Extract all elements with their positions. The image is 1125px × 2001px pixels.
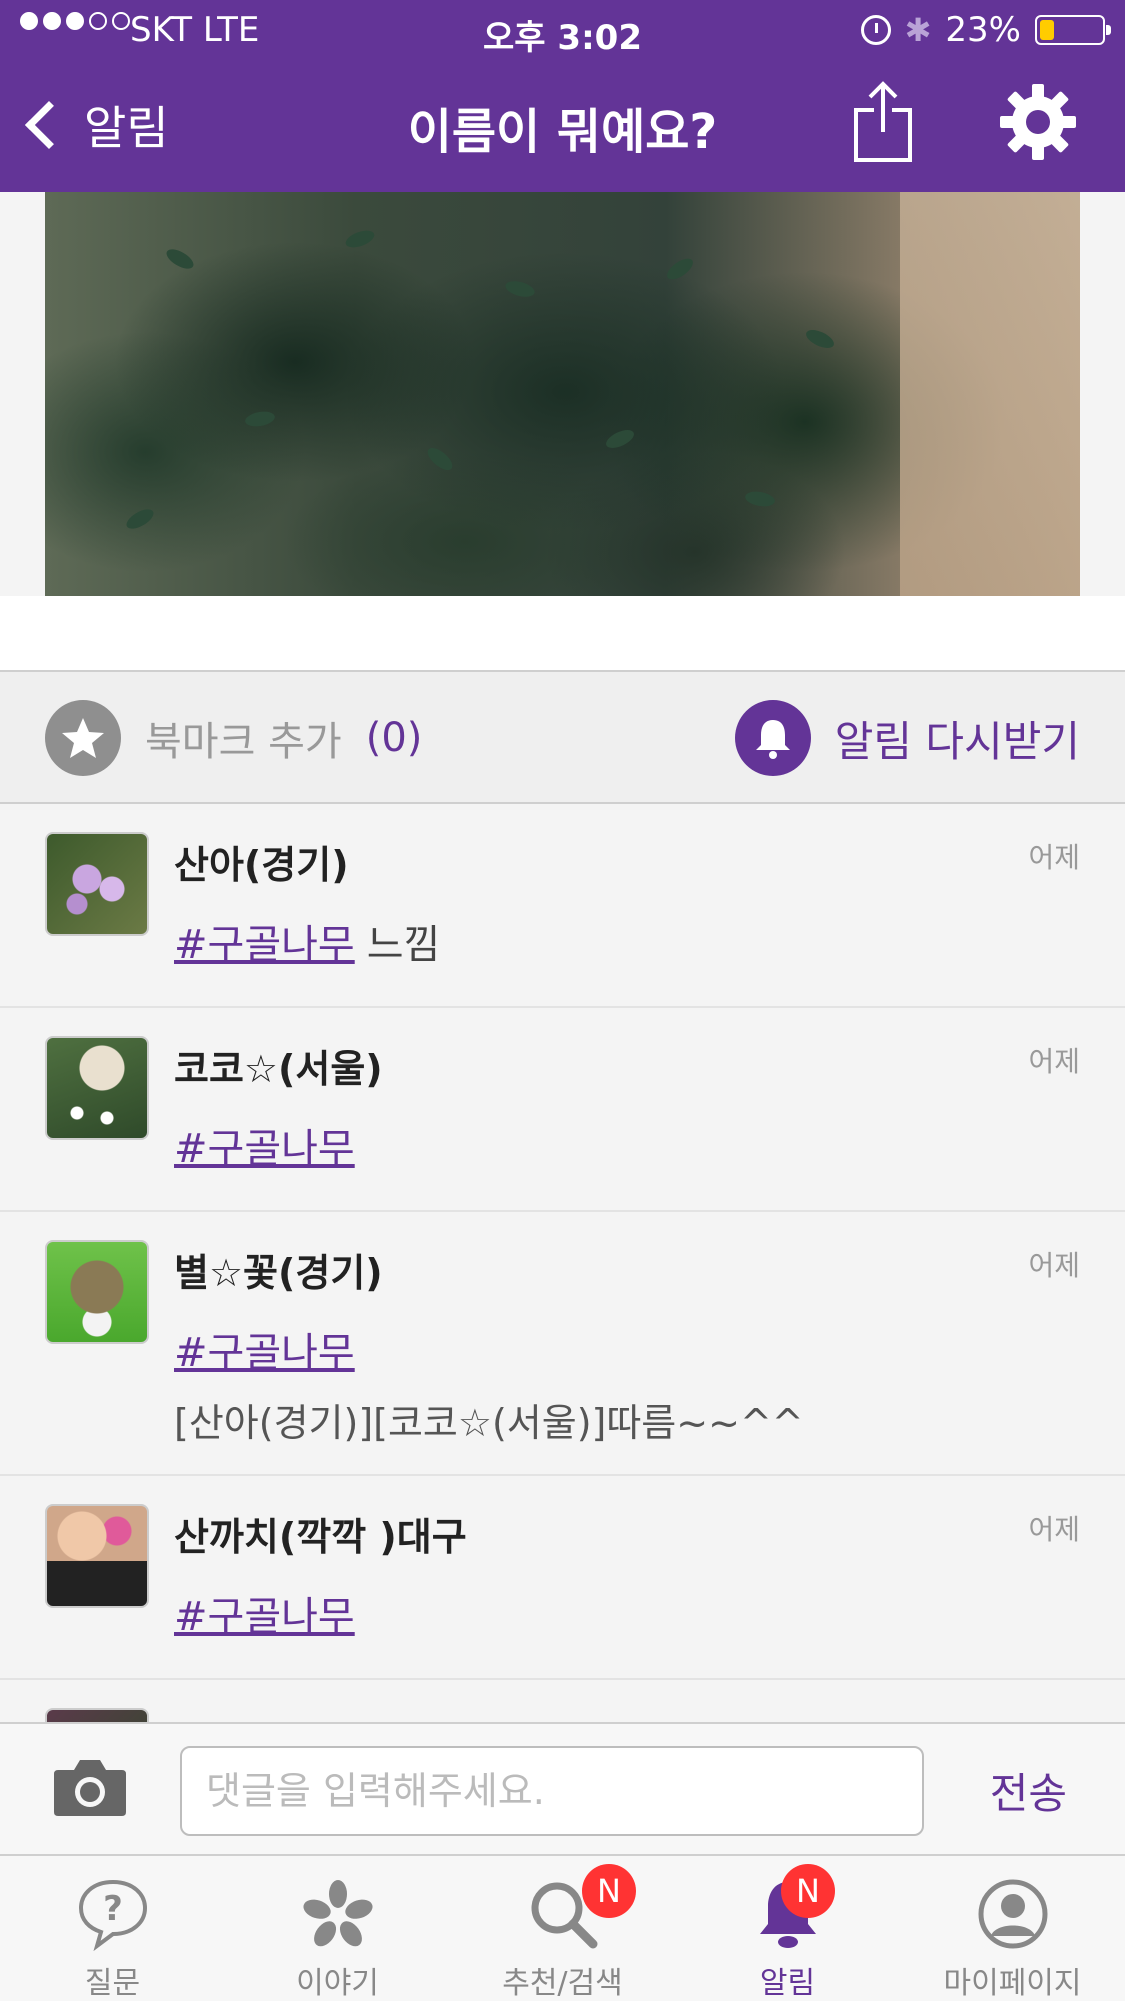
new-badge: N (781, 1864, 835, 1918)
comment-list: 산아(경기) 어제 #구골나무 느낌 코코☆(서울) 어제 #구골나무 별☆꽃(경… (0, 804, 1125, 1812)
add-bookmark-button[interactable]: 북마크 추가 (0) (45, 700, 422, 776)
bell-icon (734, 700, 811, 776)
tab-question[interactable]: ? 질문 (0, 1856, 225, 2001)
comment-input[interactable] (180, 1746, 924, 1836)
comment-input-bar: 전송 (0, 1722, 1125, 1854)
avatar[interactable] (45, 1240, 149, 1344)
tab-label: 마이페이지 (943, 1966, 1082, 2001)
resubscribe-alarm-button[interactable]: 알림 다시받기 (734, 700, 1080, 776)
tab-label: 질문 (84, 1966, 141, 2001)
resubscribe-alarm-label: 알림 다시받기 (834, 716, 1080, 766)
comment-item[interactable]: 산까치(깍깍 )대구 어제 #구골나무 (0, 1476, 1125, 1680)
bluetooth-icon: ✱ (904, 11, 932, 49)
comment-author[interactable]: 코코☆(서울) (174, 1038, 383, 1093)
hashtag-text[interactable]: #구골나무 (174, 1330, 355, 1376)
plant-photo[interactable] (45, 192, 1080, 596)
hashtag-link[interactable]: #구골나무 (174, 1320, 355, 1378)
question-icon: ? (78, 1879, 147, 1952)
avatar[interactable] (45, 1036, 149, 1140)
hashtag-link[interactable]: #구골나무 (174, 1116, 355, 1174)
star-icon (45, 700, 121, 776)
new-badge: N (582, 1864, 636, 1918)
bookmark-label: 북마크 추가 (145, 719, 342, 765)
profile-icon (978, 1879, 1047, 1949)
tab-notifications[interactable]: N 알림 (675, 1856, 900, 2001)
battery-level-fill (1040, 20, 1054, 40)
tab-label: 추천/검색 (502, 1966, 623, 2001)
bottom-tab-bar: ? 질문 이야기 N 추천/검색 N 알림 마이페이지 (0, 1854, 1125, 2001)
alarm-clock-icon (860, 15, 891, 45)
send-button[interactable]: 전송 (990, 1760, 1067, 1821)
camera-icon[interactable] (52, 1756, 128, 1818)
photo-leaf (744, 489, 776, 509)
photo-leaf (603, 426, 637, 452)
comment-time: 어제 (1028, 1249, 1080, 1282)
battery-percent: 23% (945, 10, 1021, 50)
photo-leaf (424, 443, 456, 475)
status-bar: SKT LTE 오후 3:02 ✱ 23% (0, 0, 1125, 62)
navigation-bar: 알림 이름이 뭐예요? (0, 62, 1125, 192)
hashtag-text[interactable]: #구골나무 (174, 1126, 355, 1172)
photo-leaf (663, 254, 697, 284)
share-icon[interactable] (852, 80, 914, 164)
photo-leaf (343, 227, 377, 251)
comment-text: 느낌 (366, 922, 441, 968)
page-title: 이름이 뭐예요? (407, 104, 718, 160)
hashtag-link[interactable]: #구골나무 (174, 1584, 355, 1642)
flower-icon (302, 1880, 373, 1947)
avatar[interactable] (45, 1504, 149, 1608)
photo-leaf (244, 409, 276, 429)
tab-story[interactable]: 이야기 (225, 1856, 450, 2001)
tab-my-page[interactable]: 마이페이지 (900, 1856, 1125, 2001)
gear-icon[interactable] (998, 82, 1078, 162)
photo-leaf (123, 505, 157, 533)
photo-ground-area (900, 192, 1080, 596)
photo-leaf (803, 326, 837, 352)
tab-label: 이야기 (296, 1966, 379, 2001)
comment-author[interactable]: 별☆꽃(경기) (174, 1242, 383, 1297)
svg-text:?: ? (103, 1889, 123, 1929)
comment-item[interactable]: 산아(경기) 어제 #구골나무 느낌 (0, 804, 1125, 1008)
post-action-bar: 북마크 추가 (0) 알림 다시받기 (0, 670, 1125, 804)
avatar[interactable] (45, 832, 149, 936)
photo-spacer (0, 596, 1125, 670)
comment-time: 어제 (1028, 1045, 1080, 1078)
comment-text: [산아(경기)][코코☆(서울)]따름~~^^ (174, 1401, 804, 1445)
comment-item[interactable]: 별☆꽃(경기) 어제 #구골나무 [산아(경기)][코코☆(서울)]따름~~^^ (0, 1212, 1125, 1476)
photo-leaf (503, 278, 537, 300)
comment-time: 어제 (1028, 841, 1080, 874)
tab-recommend-search[interactable]: N 추천/검색 (450, 1856, 675, 2001)
comment-author[interactable]: 산아(경기) (174, 834, 349, 889)
hashtag-text[interactable]: #구골나무 (174, 1594, 355, 1640)
battery-icon (1035, 15, 1111, 45)
hashtag-text[interactable]: #구골나무 (174, 922, 355, 968)
photo-leaf (163, 245, 197, 273)
hashtag-link[interactable]: #구골나무 느낌 (174, 912, 440, 970)
comment-item[interactable]: 코코☆(서울) 어제 #구골나무 (0, 1008, 1125, 1212)
comment-author[interactable]: 산까치(깍깍 )대구 (174, 1506, 467, 1561)
bookmark-count: (0) (365, 715, 423, 761)
comment-time: 어제 (1028, 1513, 1080, 1546)
tab-label: 알림 (759, 1966, 816, 2001)
